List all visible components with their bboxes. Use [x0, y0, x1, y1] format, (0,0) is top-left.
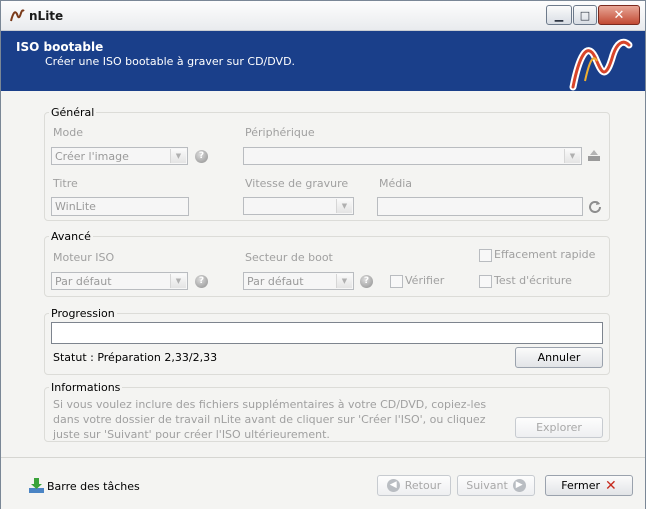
progress-bar: [51, 322, 603, 344]
mode-label: Mode: [53, 126, 83, 139]
info-text: Si vous voulez inclure des fichiers supp…: [53, 398, 487, 441]
taskbar-download-icon[interactable]: [28, 477, 45, 494]
back-button[interactable]: ◀ Retour: [377, 475, 451, 496]
header-banner: ISO bootable Créer une ISO bootable à gr…: [1, 31, 645, 91]
chevron-down-icon: ▼: [564, 149, 580, 163]
boot-sector-select[interactable]: Par défaut ▼: [243, 272, 354, 290]
arrow-left-icon: ◀: [386, 479, 400, 492]
refresh-icon[interactable]: [588, 199, 602, 213]
back-button-label: Retour: [404, 479, 442, 492]
next-button-label: Suivant: [466, 479, 508, 492]
title-label: Titre: [53, 177, 78, 190]
progress-legend: Progression: [51, 307, 115, 320]
taskbar-link[interactable]: Barre des tâches: [47, 480, 140, 493]
iso-engine-select-value: Par défaut: [55, 275, 112, 288]
write-test-checkbox[interactable]: [479, 275, 492, 288]
mode-select-value: Créer l'image: [55, 150, 129, 163]
maximize-icon: □: [579, 8, 591, 22]
info-legend: Informations: [51, 381, 121, 394]
chevron-down-icon: ▼: [336, 199, 352, 213]
maximize-button[interactable]: □: [573, 5, 597, 25]
speed-label: Vitesse de gravure: [245, 177, 349, 190]
verify-label: Vérifier: [405, 274, 445, 287]
cancel-button-label: Annuler: [537, 351, 581, 364]
explore-button[interactable]: Explorer: [515, 417, 603, 438]
quick-erase-label: Effacement rapide: [494, 248, 596, 261]
page-title: ISO bootable: [16, 40, 104, 54]
close-window-button[interactable]: ✕: [598, 5, 640, 25]
quick-erase-checkbox[interactable]: [479, 249, 492, 262]
nlite-window: nLite ▁ □ ✕ ISO bootable Créer une ISO b…: [0, 0, 646, 509]
window-title: nLite: [29, 9, 64, 23]
close-x-icon: ✕: [605, 477, 617, 494]
next-button[interactable]: Suivant ▶: [457, 475, 535, 496]
footer-bar: Barre des tâches ◀ Retour Suivant ▶ Ferm…: [1, 457, 645, 509]
page-subtitle: Créer une ISO bootable à graver sur CD/D…: [45, 55, 296, 68]
advanced-legend: Avancé: [51, 230, 91, 243]
title-input[interactable]: WinLite: [51, 197, 189, 216]
close-button-label: Fermer: [561, 479, 601, 492]
minimize-icon: ▁: [554, 8, 564, 22]
help-icon[interactable]: ?: [195, 150, 208, 163]
minimize-button[interactable]: ▁: [546, 5, 572, 25]
iso-engine-select[interactable]: Par défaut ▼: [51, 272, 188, 290]
nlite-banner-logo-icon: [569, 38, 633, 91]
explore-button-label: Explorer: [536, 421, 582, 434]
write-test-label: Test d'écriture: [494, 274, 572, 287]
arrow-right-icon: ▶: [512, 479, 526, 492]
chevron-down-icon: ▼: [170, 274, 186, 288]
verify-checkbox[interactable]: [390, 275, 403, 288]
iso-engine-label: Moteur ISO: [53, 251, 115, 264]
close-button[interactable]: Fermer ✕: [545, 475, 633, 496]
media-field[interactable]: [377, 197, 583, 216]
media-label: Média: [379, 177, 413, 190]
close-icon: ✕: [613, 7, 625, 23]
title-bar[interactable]: nLite ▁ □ ✕: [1, 1, 645, 31]
help-icon[interactable]: ?: [195, 275, 208, 288]
content-area: Général Mode Créer l'image ▼ ? Périphéri…: [1, 92, 645, 456]
nlite-logo-icon: [10, 9, 25, 22]
cancel-button[interactable]: Annuler: [515, 347, 603, 368]
help-icon[interactable]: ?: [360, 275, 373, 288]
title-input-value: WinLite: [55, 200, 96, 213]
speed-select[interactable]: ▼: [243, 197, 354, 215]
boot-sector-label: Secteur de boot: [245, 251, 333, 264]
device-select[interactable]: ▼: [243, 147, 582, 165]
device-label: Périphérique: [245, 126, 315, 139]
status-text: Statut : Préparation 2,33/2,33: [53, 351, 218, 364]
mode-select[interactable]: Créer l'image ▼: [51, 147, 188, 165]
chevron-down-icon: ▼: [170, 149, 186, 163]
boot-sector-select-value: Par défaut: [247, 275, 304, 288]
eject-drive-icon[interactable]: [587, 149, 601, 163]
general-legend: Général: [51, 106, 95, 119]
chevron-down-icon: ▼: [336, 274, 352, 288]
